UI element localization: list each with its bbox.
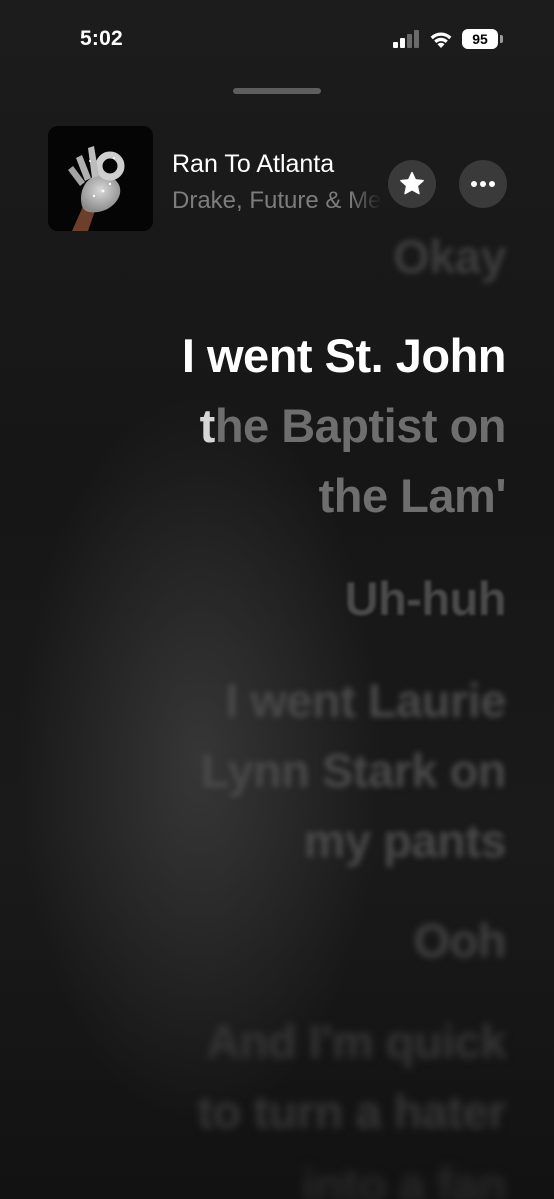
battery-cap	[500, 35, 503, 43]
status-time: 5:02	[80, 27, 123, 50]
signal-icon	[393, 30, 419, 48]
battery-level: 95	[472, 31, 488, 47]
ellipsis-icon	[471, 181, 495, 187]
sheet-grabber[interactable]	[233, 88, 321, 94]
album-artwork-hand-icon	[48, 126, 153, 231]
battery-icon: 95	[462, 29, 498, 49]
song-artist[interactable]: Drake, Future & Metro Boomin	[172, 187, 382, 215]
star-icon	[400, 171, 424, 195]
more-button[interactable]	[459, 160, 507, 208]
wifi-icon	[430, 32, 452, 48]
album-artwork[interactable]	[48, 126, 153, 231]
song-title[interactable]: Ran To Atlanta	[172, 150, 377, 179]
favorite-button[interactable]	[388, 160, 436, 208]
